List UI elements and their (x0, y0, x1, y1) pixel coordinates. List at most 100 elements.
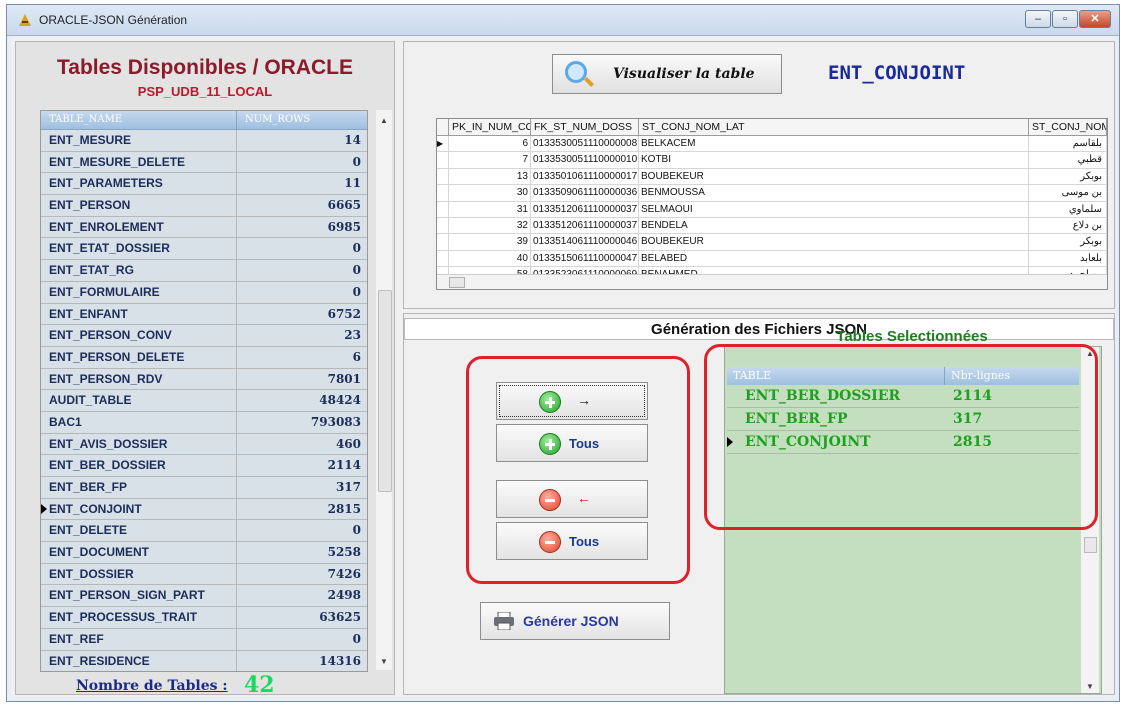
table-row[interactable]: ENT_PERSON_DELETE 6 (41, 346, 367, 369)
pk-cell: 13 (449, 168, 531, 185)
maximize-button[interactable]: ▫ (1052, 10, 1078, 28)
nom-ar-cell: بوبكر (1029, 168, 1107, 185)
available-tables-grid[interactable]: TABLE_NAME NUM_ROWS ENT_MESURE 14 ENT_MESU… (40, 110, 368, 672)
app-window: ORACLE-JSON Génération – ▫ ✕ Tables Disp… (6, 4, 1120, 702)
plus-icon (539, 391, 561, 413)
table-row[interactable]: ENT_DOSSIER 7426 (41, 563, 367, 586)
add-selected-button[interactable]: → (496, 382, 648, 420)
table-row[interactable]: ENT_BER_FP 317 (41, 477, 367, 499)
data-row[interactable]: 31 0133512061110000037 SELMAOUI سلماوي (437, 201, 1107, 218)
table-row[interactable]: ENT_PARAMETERS 11 (41, 173, 367, 196)
table-row[interactable]: ENT_DOCUMENT 5258 (41, 542, 367, 564)
nom-lat-cell: BELABED (639, 250, 1029, 267)
num-rows-cell: 0 (352, 631, 361, 646)
app-icon (19, 14, 31, 26)
num-rows-cell: 6 (352, 349, 361, 364)
table-name-cell: ENT_PERSON_CONV (41, 325, 237, 346)
column-header-pk[interactable]: PK_IN_NUM_CONJ (449, 119, 531, 135)
scroll-thumb[interactable] (378, 290, 392, 492)
table-row[interactable]: ENT_FORMULAIRE 0 (41, 281, 367, 304)
table-name-cell: AUDIT_TABLE (41, 390, 237, 411)
table-row[interactable]: ENT_REF 0 (41, 628, 367, 651)
column-header-fk[interactable]: FK_ST_NUM_DOSS (531, 119, 639, 135)
h-scroll-thumb[interactable] (449, 277, 465, 288)
column-header-table-name[interactable]: TABLE_NAME (41, 111, 237, 129)
visualize-button-label: Visualiser la table (613, 66, 755, 82)
table-row[interactable]: ENT_RESIDENCE 14316 (41, 650, 367, 671)
num-rows-cell: 7426 (327, 566, 361, 581)
add-arrow-label: → (577, 392, 591, 408)
nom-lat-cell: BENMOUSSA (639, 185, 1029, 201)
remove-all-button[interactable]: Tous (496, 522, 648, 560)
table-row[interactable]: ENT_PERSON_SIGN_PART 2498 (41, 585, 367, 608)
data-row[interactable]: 7 0133530051110000010 KOTBI قطبي (437, 152, 1107, 169)
data-row[interactable]: 32 0133512061110000037 BENDELA بن دلاع (437, 217, 1107, 235)
num-rows-cell: 2114 (327, 458, 361, 473)
table-name-cell: ENT_PROCESSUS_TRAIT (41, 607, 237, 628)
data-grid-header: PK_IN_NUM_CONJ FK_ST_NUM_DOSS ST_CONJ_NO… (437, 119, 1107, 136)
data-row[interactable]: 30 0133509061110000036 BENMOUSSA بن موسى (437, 185, 1107, 202)
nom-ar-cell: بن دلاع (1029, 217, 1107, 234)
plus-icon (539, 433, 561, 455)
table-count-value: 42 (244, 672, 275, 698)
table-row[interactable]: ENT_ENROLEMENT 6985 (41, 216, 367, 239)
num-rows-cell: 793083 (310, 414, 361, 429)
table-row[interactable]: BAC1 793083 (41, 411, 367, 434)
remove-selected-button[interactable]: ← (496, 480, 648, 518)
data-row[interactable]: 39 0133514061110000046 BOUBEKEUR بوبكر (437, 234, 1107, 251)
table-row[interactable]: ENT_DELETE 0 (41, 520, 367, 543)
table-data-grid[interactable]: PK_IN_NUM_CONJ FK_ST_NUM_DOSS ST_CONJ_NO… (436, 118, 1108, 290)
table-name-cell: ENT_BER_FP (41, 477, 237, 498)
scroll-up-icon[interactable]: ▲ (380, 116, 388, 125)
table-row[interactable]: ENT_AVIS_DOSSIER 460 (41, 433, 367, 456)
table-row[interactable]: ENT_ENFANT 6752 (41, 303, 367, 326)
table-row[interactable]: ENT_BER_DOSSIER 2114 (41, 455, 367, 477)
num-rows-cell: 48424 (319, 393, 361, 408)
pk-cell: 39 (449, 234, 531, 250)
row-indicator (437, 217, 449, 234)
table-row[interactable]: ENT_MESURE_DELETE 0 (41, 151, 367, 174)
horizontal-scrollbar[interactable] (437, 274, 1107, 289)
table-row[interactable]: ENT_ETAT_RG 0 (41, 260, 367, 282)
data-row[interactable]: 13 0133501061110000017 BOUBEKEUR بوبكر (437, 168, 1107, 186)
row-indicator (437, 185, 449, 201)
table-name-cell: ENT_PERSON_DELETE (41, 346, 237, 368)
table-row[interactable]: ENT_ETAT_DOSSIER 0 (41, 238, 367, 261)
scroll-down-icon[interactable]: ▼ (1086, 682, 1094, 691)
row-indicator (437, 234, 449, 250)
table-row[interactable]: ENT_PERSON_CONV 23 (41, 325, 367, 347)
close-button[interactable]: ✕ (1079, 10, 1111, 28)
table-row[interactable]: AUDIT_TABLE 48424 (41, 390, 367, 412)
table-row[interactable]: ENT_CONJOINT 2815 (41, 498, 367, 521)
available-tables-scrollbar[interactable]: ▲ ▼ (376, 110, 392, 670)
table-row[interactable]: ENT_PERSON_RDV 7801 (41, 368, 367, 391)
row-indicator (437, 201, 449, 217)
current-row-indicator-icon (41, 503, 47, 514)
table-row[interactable]: ENT_PERSON 6665 (41, 195, 367, 217)
pk-cell: 30 (449, 185, 531, 201)
minimize-button[interactable]: – (1025, 10, 1051, 28)
data-row[interactable]: 40 0133515061110000047 BELABED بلعابد (437, 250, 1107, 268)
table-name-cell: BAC1 (41, 411, 237, 433)
nom-ar-cell: بوبكر (1029, 234, 1107, 250)
column-header-nom-lat[interactable]: ST_CONJ_NOM_LAT (639, 119, 1029, 135)
num-rows-cell: 0 (352, 241, 361, 256)
add-all-button[interactable]: Tous (496, 424, 648, 462)
scroll-thumb[interactable] (1084, 537, 1097, 553)
scroll-down-icon[interactable]: ▼ (380, 657, 388, 666)
fk-cell: 0133514061110000046 (531, 234, 639, 250)
table-name-cell: ENT_ETAT_RG (41, 260, 237, 281)
generate-json-button[interactable]: Générer JSON (480, 602, 670, 640)
visualize-table-button[interactable]: Visualiser la table (552, 54, 782, 94)
table-name-cell: ENT_FORMULAIRE (41, 281, 237, 303)
column-header-num-rows[interactable]: NUM_ROWS (237, 111, 310, 129)
table-row[interactable]: ENT_PROCESSUS_TRAIT 63625 (41, 607, 367, 629)
nom-ar-cell: بن موسى (1029, 185, 1107, 201)
num-rows-cell: 14316 (319, 653, 361, 668)
minus-icon (539, 489, 561, 511)
num-rows-cell: 2498 (327, 588, 361, 603)
available-tables-panel: Tables Disponibles / ORACLE PSP_UDB_11_L… (15, 41, 395, 698)
column-header-nom[interactable]: ST_CONJ_NOM (1029, 119, 1107, 135)
table-row[interactable]: ENT_MESURE 14 (41, 130, 367, 152)
data-row[interactable]: ▶ 6 0133530051110000008 BELKACEM بلقاسم (437, 136, 1107, 153)
